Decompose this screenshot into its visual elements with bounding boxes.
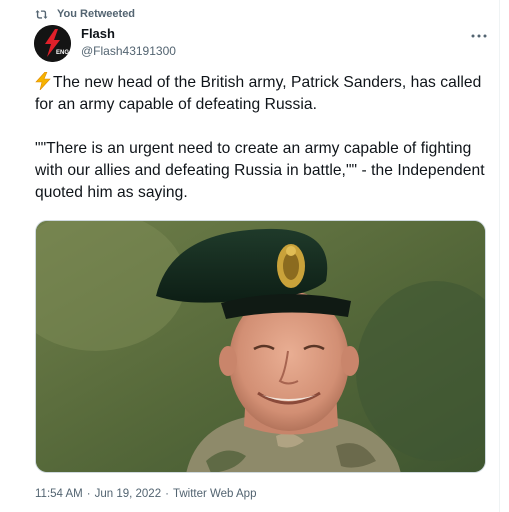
avatar[interactable]: ENG — [34, 25, 71, 62]
retweet-label: You Retweeted — [57, 8, 136, 20]
tweet-text: The new head of the British army, Patric… — [35, 71, 490, 204]
tweet-card[interactable]: You Retweeted ENG Flash @Flash43191300 T… — [0, 0, 500, 512]
tweet-meta: 11:54 AM · Jun 19, 2022 · Twitter Web Ap… — [35, 488, 256, 500]
photo-of-man-in-beret — [36, 221, 485, 472]
more-options-button[interactable] — [467, 24, 491, 44]
retweet-icon — [35, 9, 48, 20]
tweet-paragraph-1-text: The new head of the British army, Patric… — [35, 74, 482, 113]
retweet-indicator: You Retweeted — [35, 7, 135, 21]
author-display-name[interactable]: Flash — [81, 26, 176, 42]
author-handle[interactable]: @Flash43191300 — [81, 43, 176, 59]
author-info[interactable]: Flash @Flash43191300 — [81, 26, 176, 59]
tweet-time[interactable]: 11:54 AM — [35, 488, 83, 500]
more-horizontal-icon — [471, 25, 487, 43]
high-voltage-icon — [35, 71, 51, 91]
tweet-photo[interactable] — [35, 220, 486, 473]
tweet-paragraph-2: ""There is an urgent need to create an a… — [35, 140, 485, 201]
tweet-paragraph-1: The new head of the British army, Patric… — [35, 71, 490, 116]
avatar-text: ENG — [56, 50, 69, 56]
tweet-source[interactable]: Twitter Web App — [173, 488, 257, 500]
meta-separator: · — [86, 488, 91, 500]
tweet-date[interactable]: Jun 19, 2022 — [95, 488, 162, 500]
meta-separator-2: · — [165, 488, 169, 500]
